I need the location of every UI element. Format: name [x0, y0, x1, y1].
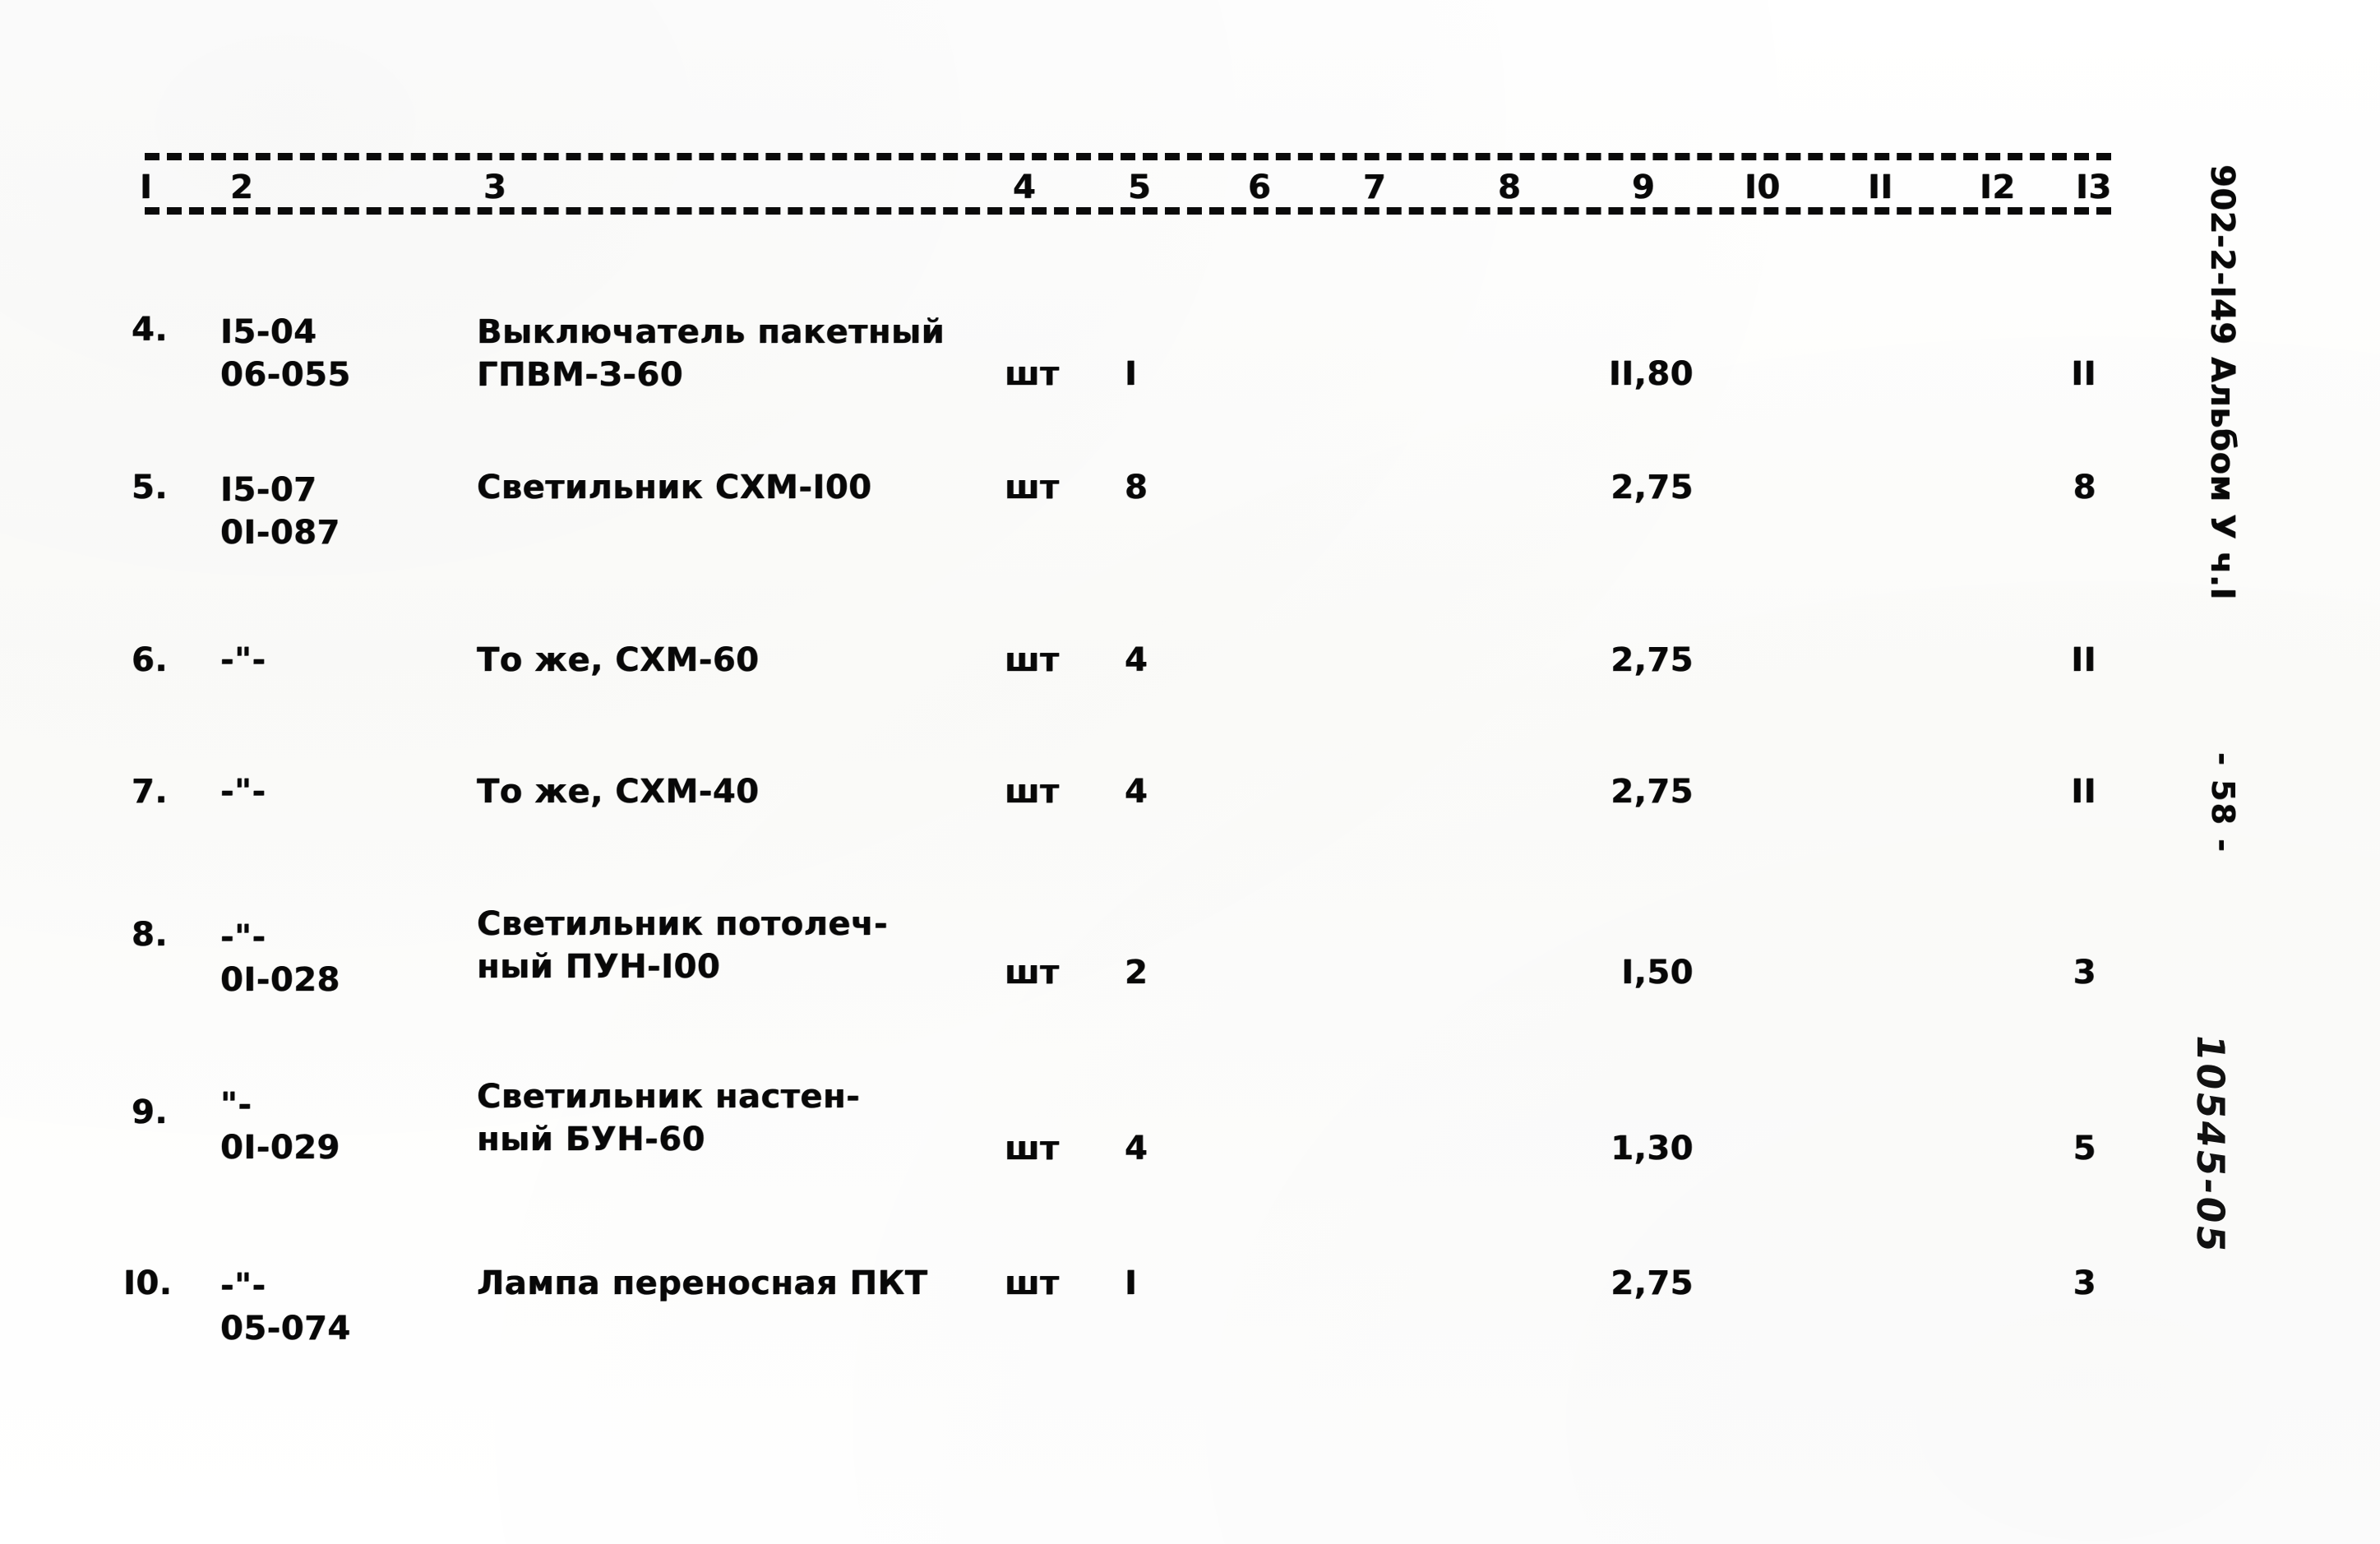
row-code: "- 0I-029: [220, 1086, 340, 1167]
row-last-column: 8: [2073, 469, 2096, 506]
row-price: II,80: [1608, 355, 1694, 393]
column-header-11: II: [1868, 169, 1893, 206]
column-header-10: I0: [1745, 169, 1781, 206]
row-number: 5.: [132, 469, 169, 506]
row-code: I5-04 06-055: [220, 313, 351, 394]
table-row: 5. I5-07 0I-087 Светильник СХМ-I00 шт 8 …: [0, 469, 2096, 567]
row-quantity: 4: [1125, 641, 1148, 679]
row-code: -"-: [220, 773, 266, 811]
header-rule-bottom: [145, 207, 2111, 215]
column-header-6: 6: [1248, 169, 1272, 206]
row-quantity: 4: [1125, 1130, 1148, 1167]
row-unit: шт: [1005, 469, 1060, 506]
row-description: Светильник настен- ный БУН-60: [477, 1078, 861, 1158]
column-header-2: 2: [230, 169, 254, 206]
header-rule-top: [145, 153, 2111, 160]
row-number: 6.: [132, 641, 169, 679]
row-code: -"- 0I-028: [220, 918, 340, 999]
row-description: Светильник потолеч- ный ПУН-I00: [477, 905, 889, 986]
handwritten-archive-stamp: 10545-05: [2188, 1031, 2233, 1258]
row-number: 9.: [132, 1093, 169, 1131]
table-row: 8. -"- 0I-028 Светильник потолеч- ный ПУ…: [0, 903, 2096, 1001]
row-number: 8.: [132, 916, 169, 954]
row-unit: шт: [1005, 1264, 1060, 1302]
table-row: 7. -"- То же, СХМ-40 шт 4 2,75 II: [0, 773, 2096, 871]
column-header-4: 4: [1013, 169, 1037, 206]
column-header-1: I: [140, 169, 153, 206]
column-header-8: 8: [1498, 169, 1522, 206]
table-row: 9. "- 0I-029 Светильник настен- ный БУН-…: [0, 1075, 2096, 1174]
page-number-marker: - 58 -: [2205, 752, 2241, 853]
row-quantity: 4: [1125, 773, 1148, 811]
row-number: 7.: [132, 773, 169, 811]
row-price: 1,30: [1611, 1130, 1694, 1167]
row-unit: шт: [1005, 641, 1060, 679]
row-quantity: 2: [1125, 954, 1148, 992]
row-code: I5-07 0I-087: [220, 471, 340, 552]
row-description: Лампа переносная ПКТ: [477, 1264, 928, 1302]
row-unit: шт: [1005, 773, 1060, 811]
row-description: Светильник СХМ-I00: [477, 469, 872, 506]
row-unit: шт: [1005, 1130, 1060, 1167]
row-last-column: II: [2071, 641, 2096, 679]
row-last-column: II: [2071, 355, 2096, 393]
row-last-column: II: [2071, 773, 2096, 811]
column-header-5: 5: [1128, 169, 1152, 206]
column-header-3: 3: [483, 169, 507, 206]
row-price: I,50: [1621, 954, 1694, 992]
row-price: 2,75: [1611, 641, 1694, 679]
row-number: I0.: [123, 1264, 173, 1302]
row-number: 4.: [132, 311, 169, 349]
row-price: 2,75: [1611, 1264, 1694, 1302]
document-reference-code: 902-2-I49 Альбом У ч.I: [2203, 164, 2241, 600]
column-header-7: 7: [1363, 169, 1387, 206]
row-price: 2,75: [1611, 469, 1694, 506]
row-quantity: I: [1125, 1264, 1138, 1302]
row-description: То же, СХМ-40: [477, 773, 760, 811]
column-header-12: I2: [1980, 169, 2016, 206]
row-code: -"- 05-074: [220, 1267, 351, 1348]
row-last-column: 3: [2073, 954, 2096, 992]
table-row: 4. I5-04 06-055 Выключатель пакетный ГПВ…: [0, 311, 2096, 409]
row-unit: шт: [1005, 954, 1060, 992]
row-last-column: 3: [2073, 1264, 2096, 1302]
row-quantity: 8: [1125, 469, 1148, 506]
row-description: Выключатель пакетный ГПВМ-З-60: [477, 313, 945, 394]
row-unit: шт: [1005, 355, 1060, 393]
column-header-9: 9: [1632, 169, 1656, 206]
row-last-column: 5: [2073, 1130, 2096, 1167]
row-description: То же, СХМ-60: [477, 641, 760, 679]
row-code: -"-: [220, 641, 266, 679]
row-quantity: I: [1125, 355, 1138, 393]
document-page: I 2 3 4 5 6 7 8 9 I0 II I2 I3 4. I5-04 0…: [0, 0, 2380, 1544]
column-header-13: I3: [2076, 169, 2112, 206]
table-row: 6. -"- То же, СХМ-60 шт 4 2,75 II: [0, 641, 2096, 740]
row-price: 2,75: [1611, 773, 1694, 811]
table-row: I0. -"- 05-074 Лампа переносная ПКТ шт I…: [0, 1243, 2096, 1348]
